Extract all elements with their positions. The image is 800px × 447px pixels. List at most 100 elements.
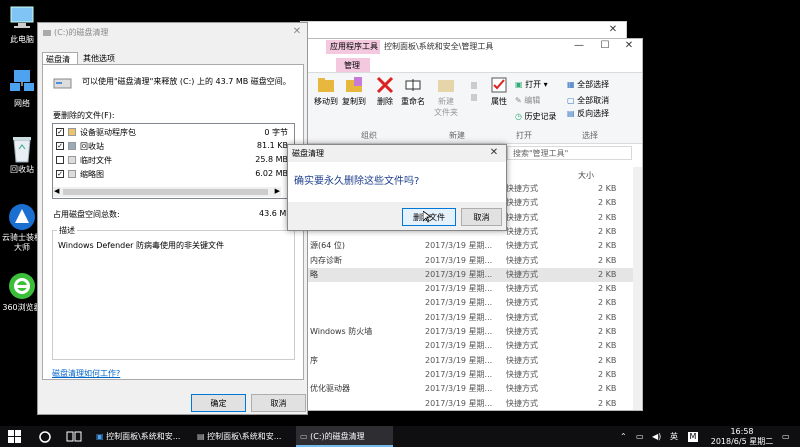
tab-other-options[interactable]: 其他选项: [83, 53, 115, 64]
properties-button[interactable]: 属性: [488, 76, 510, 107]
360-browser-icon: [8, 272, 36, 300]
file-list-item[interactable]: ✓ 回收站 81.1 KB: [54, 140, 292, 153]
row-type: 快捷方式: [506, 384, 538, 394]
open-icon: ▣: [515, 80, 523, 89]
help-link[interactable]: 磁盘清理如何工作?: [52, 368, 120, 379]
clock[interactable]: 16:58 2018/6/5 星期二: [706, 427, 778, 447]
confirm-cancel-button[interactable]: 取消: [461, 208, 502, 226]
desktop-icon-this-pc[interactable]: 此电脑: [2, 4, 42, 45]
file-name: 临时文件: [80, 156, 112, 165]
file-list-item[interactable]: 临时文件 25.8 MB: [54, 154, 292, 167]
table-row[interactable]: 2017/3/19 星期... 快捷方式 2 KB: [308, 296, 633, 310]
maximize-icon[interactable]: ☐: [594, 38, 616, 54]
tab-manage-label: 管理: [344, 61, 360, 70]
close-icon[interactable]: ✕: [602, 22, 624, 38]
network-tray-icon[interactable]: ▭: [636, 426, 644, 447]
ok-button[interactable]: 确定: [191, 394, 246, 412]
desktop-icon-360-browser[interactable]: 360浏览器: [2, 272, 42, 313]
row-name: Windows 防火墙: [310, 327, 373, 336]
select-all-button[interactable]: ▦ 全部选择: [567, 79, 609, 90]
table-row[interactable]: 序 2017/3/19 星期... 快捷方式 2 KB: [308, 354, 633, 368]
row-type: 快捷方式: [506, 341, 538, 351]
minimize-icon[interactable]: —: [568, 38, 590, 54]
row-type: 快捷方式: [506, 327, 538, 336]
disk-cleanup-title: (C:)的磁盘清理: [54, 28, 109, 37]
column-header-size[interactable]: 大小: [578, 170, 594, 181]
taskbar-item-disk-cleanup[interactable]: ▭ (C:)的磁盘清理: [296, 426, 393, 447]
open-button[interactable]: ▣ 打开 ▾: [515, 79, 548, 90]
desktop-icon-recycle-bin[interactable]: 回收站: [2, 134, 42, 175]
start-button[interactable]: [8, 430, 22, 446]
table-row[interactable]: 优化驱动器 2017/3/19 星期... 快捷方式 2 KB: [308, 382, 633, 396]
cancel-button[interactable]: 取消: [251, 394, 306, 412]
row-size: 2 KB: [598, 212, 617, 222]
group-open-label: 打开: [516, 131, 532, 140]
file-checkbox[interactable]: ✓: [56, 128, 64, 136]
table-row[interactable]: 源(64 位) 2017/3/19 星期... 快捷方式 2 KB: [308, 239, 633, 253]
scroll-right-icon: ▶: [274, 187, 280, 195]
row-name: 序: [310, 355, 318, 365]
row-date: 2017/3/19 星期...: [425, 369, 493, 379]
table-row[interactable]: 2017/3/19 星期... 快捷方式 2 KB: [308, 368, 633, 382]
properties-label: 属性: [491, 97, 507, 106]
tray-up-arrow-icon[interactable]: ⌃: [620, 426, 627, 447]
table-row[interactable]: 内存诊断 2017/3/19 星期... 快捷方式 2 KB: [308, 254, 633, 268]
edit-button[interactable]: ✎ 编辑: [515, 95, 540, 106]
description-label: 描述: [57, 225, 77, 236]
new-folder-icon: [438, 80, 454, 92]
move-to-button[interactable]: 移动到: [314, 76, 338, 107]
scrollbar-thumb[interactable]: [63, 189, 268, 195]
ribbon-context-tab[interactable]: 应用程序工具: [326, 40, 380, 54]
close-icon[interactable]: ✕: [483, 145, 505, 161]
copy-to-label: 复制到: [342, 97, 366, 106]
table-row[interactable]: 2017/3/19 星期... 快捷方式 2 KB: [308, 397, 633, 411]
table-row[interactable]: 2017/3/19 星期... 快捷方式 2 KB: [308, 339, 633, 353]
group-organize-label: 组织: [361, 131, 377, 140]
rename-button[interactable]: 重命名: [400, 76, 426, 107]
tab-manage[interactable]: 管理: [336, 58, 370, 72]
file-list-item[interactable]: ✓ 缩略图 6.02 MB: [54, 168, 292, 181]
table-row[interactable]: 略 2017/3/19 星期... 快捷方式 2 KB: [308, 267, 633, 282]
files-list-scrollbar[interactable]: ◀ ▶: [53, 187, 281, 197]
explorer-scrollbar[interactable]: [633, 167, 642, 410]
select-none-button[interactable]: ▢ 全部取消: [567, 95, 609, 106]
search-input[interactable]: 搜索"管理工具": [507, 146, 632, 160]
notification-icon[interactable]: ▭: [782, 426, 790, 447]
file-checkbox[interactable]: ✓: [56, 142, 64, 150]
table-row[interactable]: Windows 防火墙 2017/3/19 星期... 快捷方式 2 KB: [308, 325, 633, 339]
close-icon[interactable]: ✕: [618, 38, 640, 54]
row-size: 2 KB: [598, 369, 617, 379]
file-list-item[interactable]: ✓ 设备驱动程序包 0 字节: [54, 126, 292, 139]
mouse-cursor-icon: [422, 210, 433, 225]
new-folder-button[interactable]: 新建 文件夹: [432, 76, 460, 118]
taskbar-item-control-panel-1[interactable]: ▣ 控制面板\系统和安...: [96, 426, 192, 447]
open-label: 打开: [525, 80, 542, 89]
file-checkbox[interactable]: [56, 156, 64, 164]
task-view-button[interactable]: [66, 430, 82, 446]
cleanup-intro-text: 可以使用"磁盘清理"来释放 (C:) 上的 43.7 MB 磁盘空间。: [82, 77, 291, 86]
taskbar-item-label: 控制面板\系统和安...: [207, 432, 282, 441]
table-row[interactable]: 2017/3/19 星期... 快捷方式 2 KB: [308, 282, 633, 296]
table-row[interactable]: 2017/3/19 星期... 快捷方式 2 KB: [308, 311, 633, 325]
close-icon[interactable]: ✕: [286, 24, 308, 40]
ime-indicator[interactable]: 英: [670, 426, 678, 447]
desktop-icon-yunqishi[interactable]: 云骑士装机大师: [2, 203, 42, 253]
invert-selection-icon: ▤: [567, 109, 575, 118]
computer-icon: [8, 4, 36, 32]
desktop-icon-network[interactable]: 网络: [2, 68, 42, 109]
taskbar-item-control-panel-2[interactable]: ▤ 控制面板\系统和安...: [197, 426, 293, 447]
row-name: 源(64 位): [310, 241, 345, 251]
file-checkbox[interactable]: ✓: [56, 170, 64, 178]
ime-mode-indicator[interactable]: M: [688, 432, 698, 442]
delete-button[interactable]: 删除: [374, 76, 396, 107]
new-item-icons[interactable]: [470, 80, 478, 120]
file-name: 回收站: [80, 142, 104, 151]
move-to-label: 移动到: [314, 97, 338, 106]
history-button[interactable]: ◷ 历史记录: [515, 111, 557, 122]
invert-selection-button[interactable]: ▤ 反向选择: [567, 108, 609, 119]
taskbar-item-label: (C:)的磁盘清理: [310, 432, 365, 441]
search-button[interactable]: [38, 430, 52, 446]
row-type: 快捷方式: [506, 255, 538, 265]
volume-icon[interactable]: ◀): [652, 426, 661, 447]
copy-to-button[interactable]: 复制到: [341, 76, 367, 107]
